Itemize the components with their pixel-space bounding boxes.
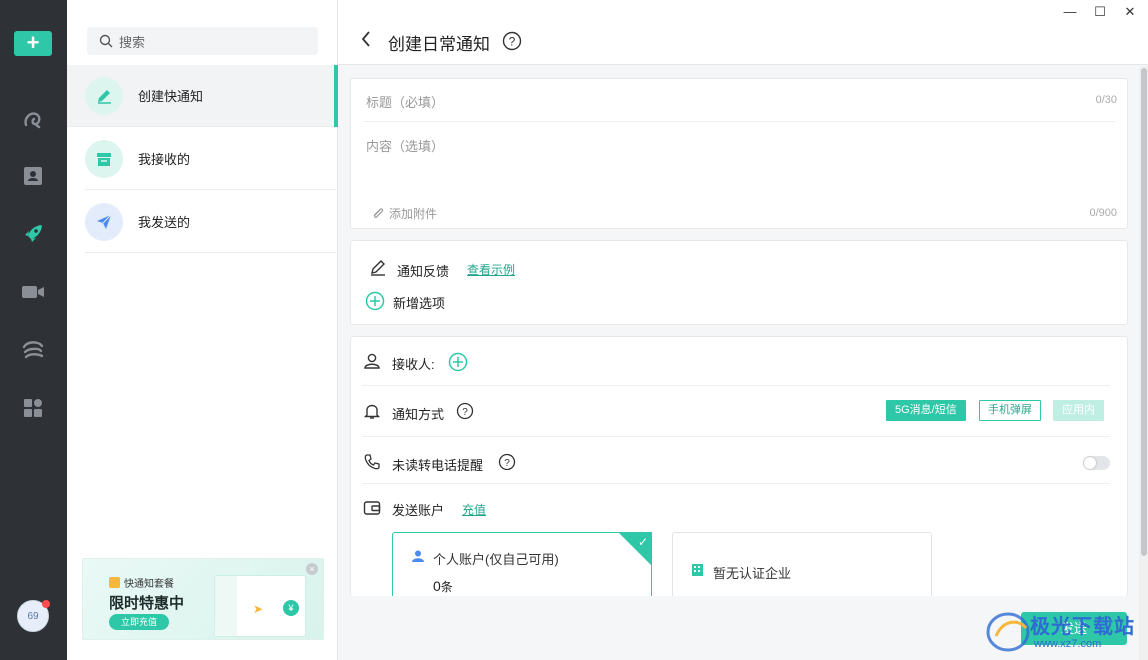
title-input[interactable]: 标题（必填） xyxy=(366,92,444,111)
feedback-label: 通知反馈 xyxy=(397,264,450,279)
search-placeholder: 搜索 xyxy=(119,34,146,50)
help-icon[interactable]: ? xyxy=(456,402,474,423)
phone-remind-label: 未读转电话提醒 xyxy=(392,458,484,473)
rocket-icon[interactable] xyxy=(19,220,47,248)
person-icon xyxy=(411,549,425,566)
contacts-icon[interactable] xyxy=(19,162,47,190)
close-window-icon[interactable]: ✕ xyxy=(1122,4,1138,20)
nav-item-label: 我发送的 xyxy=(138,215,191,230)
watermark-text: 极光下载站 xyxy=(1030,616,1135,638)
avatar-label: 69 xyxy=(27,611,39,622)
attach-button[interactable]: 添加附件 xyxy=(371,205,437,222)
title-counter: 0/30 xyxy=(1095,94,1117,106)
promo-banner[interactable]: 快通知套餐 限时特惠中 立即充值 ➤ ¥ × xyxy=(82,558,324,640)
personal-account-card[interactable]: ✓ 个人账户(仅自己可用) 0条 xyxy=(392,532,652,602)
svg-text:?: ? xyxy=(504,458,510,469)
pen-icon xyxy=(85,76,123,115)
nav-item-create[interactable]: 创建快通知 xyxy=(67,65,338,127)
nav-item-label: 我接收的 xyxy=(138,152,191,167)
method-inapp-chip[interactable]: 应用内 xyxy=(1053,400,1104,421)
add-option-button[interactable]: 新增选项 xyxy=(393,293,445,312)
page-header: 创建日常通知 ? xyxy=(338,0,1148,65)
maximize-icon[interactable]: ☐ xyxy=(1092,4,1108,20)
close-icon[interactable]: × xyxy=(306,563,318,575)
page-title: 创建日常通知 xyxy=(388,35,490,54)
user-icon xyxy=(363,352,381,373)
promo-tag: 快通知套餐 xyxy=(109,575,174,590)
search-input[interactable]: 搜索 xyxy=(87,27,318,55)
watermark-url: www.xz7.com xyxy=(1034,638,1102,650)
coin-icon: ¥ xyxy=(283,600,299,616)
wallet-icon xyxy=(363,500,381,519)
personal-account-count: 0 xyxy=(433,578,441,594)
edit-icon xyxy=(369,259,387,280)
personal-account-unit: 条 xyxy=(440,580,453,594)
minimize-icon[interactable]: — xyxy=(1062,4,1078,19)
promo-headline: 限时特惠中 xyxy=(109,595,185,612)
view-example-link[interactable]: 查看示例 xyxy=(467,261,515,278)
nav-item-label: 创建快通知 xyxy=(138,89,204,104)
notification-dot xyxy=(42,600,50,608)
promo-illustration: ➤ ¥ xyxy=(214,575,306,637)
rocket-icon: ➤ xyxy=(253,602,264,616)
paper-plane-icon xyxy=(85,202,123,241)
building-icon xyxy=(691,563,704,580)
back-icon[interactable] xyxy=(360,30,372,51)
avatar[interactable]: 69 xyxy=(17,600,50,632)
recharge-link[interactable]: 充值 xyxy=(462,501,486,518)
promo-tag-text: 快通知套餐 xyxy=(124,579,174,590)
message-card: 标题（必填） 0/30 内容（选填） 添加附件 0/900 xyxy=(350,78,1128,229)
phone-remind-toggle[interactable] xyxy=(1083,456,1110,470)
enterprise-label: 暂无认证企业 xyxy=(713,566,792,581)
secondary-nav: 搜索 创建快通知 我接收的 我发送的 快通知套餐 限时特惠中 立即充值 ➤ ¥ … xyxy=(67,0,338,660)
video-icon[interactable] xyxy=(19,278,47,306)
cloud-disk-icon[interactable] xyxy=(19,336,47,364)
footer-bar xyxy=(338,596,1139,660)
promo-recharge-button[interactable]: 立即充值 xyxy=(109,614,169,630)
nav-item-sent[interactable]: 我发送的 xyxy=(85,191,336,253)
add-recipient-icon[interactable] xyxy=(448,352,468,375)
at-mention-icon[interactable] xyxy=(19,106,47,134)
personal-account-label: 个人账户(仅自己可用) xyxy=(433,552,559,567)
method-label: 通知方式 xyxy=(392,407,445,422)
bell-icon xyxy=(363,402,381,423)
inbox-icon xyxy=(85,139,123,178)
feedback-card: 通知反馈 查看示例 新增选项 xyxy=(350,240,1128,325)
svg-text:?: ? xyxy=(462,407,468,418)
content-counter: 0/900 xyxy=(1089,207,1117,219)
phone-icon xyxy=(363,453,381,474)
method-sms-chip[interactable]: 5G消息/短信 xyxy=(886,400,966,421)
gift-icon xyxy=(109,577,120,588)
attach-label: 添加附件 xyxy=(389,207,438,221)
recipient-label: 接收人: xyxy=(392,357,435,372)
add-circle-icon[interactable] xyxy=(365,291,385,314)
svg-text:?: ? xyxy=(509,35,516,49)
check-icon: ✓ xyxy=(637,535,648,549)
scrollbar-thumb[interactable] xyxy=(1141,68,1147,556)
left-rail: + 69 xyxy=(0,0,67,660)
help-icon[interactable]: ? xyxy=(498,453,516,474)
add-button[interactable]: + xyxy=(14,31,52,56)
paperclip-icon xyxy=(373,207,384,218)
content-textarea[interactable]: 内容（选填） xyxy=(366,136,444,155)
method-popup-chip[interactable]: 手机弹屏 xyxy=(979,400,1041,421)
personal-account-balance: 0条 xyxy=(433,578,453,595)
enterprise-account-card[interactable]: 暂无认证企业 xyxy=(672,532,932,602)
nav-item-received[interactable]: 我接收的 xyxy=(85,128,336,190)
account-label: 发送账户 xyxy=(392,503,445,518)
apps-icon[interactable] xyxy=(19,394,47,422)
search-icon xyxy=(99,34,113,48)
help-icon[interactable]: ? xyxy=(502,31,522,54)
